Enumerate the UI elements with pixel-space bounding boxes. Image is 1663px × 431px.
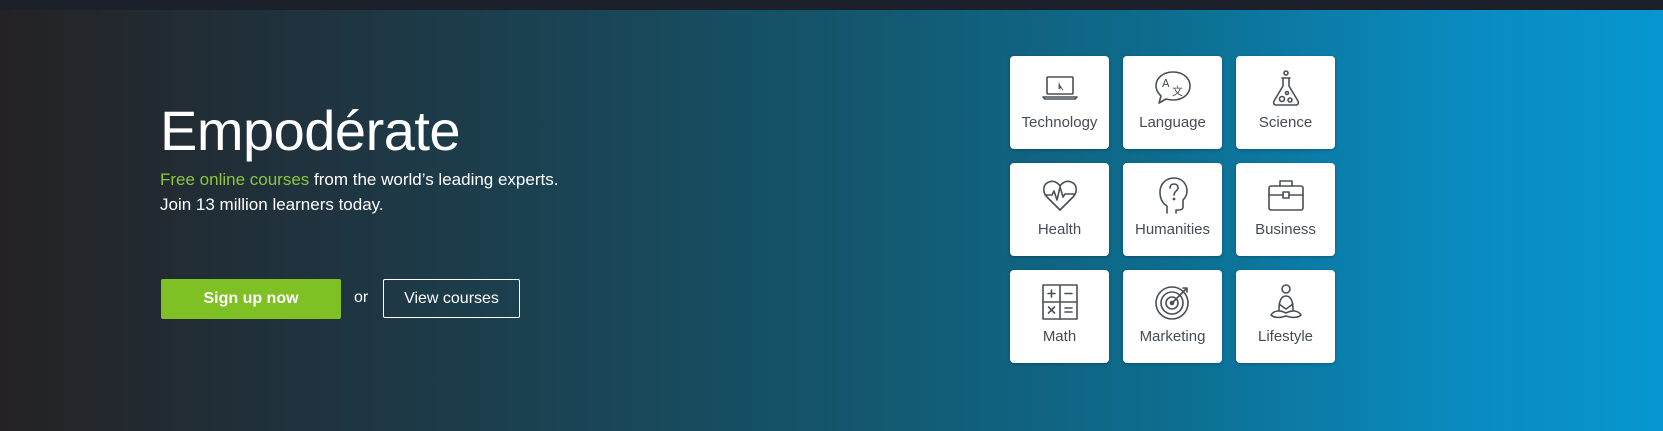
tagline-accent: Free online courses <box>160 170 310 189</box>
signup-button[interactable]: Sign up now <box>161 279 341 319</box>
head-question-icon <box>1153 175 1193 215</box>
top-nav-bar <box>0 0 1663 10</box>
category-tile-business[interactable]: Business <box>1236 163 1335 256</box>
hero-section <box>0 10 1663 431</box>
flask-icon <box>1266 68 1306 108</box>
category-label: Lifestyle <box>1257 328 1314 345</box>
category-tile-language[interactable]: A 文 Language <box>1123 56 1222 149</box>
view-courses-button[interactable]: View courses <box>383 279 520 318</box>
category-grid: Technology A 文 Language Science Health H… <box>1010 56 1335 363</box>
heart-pulse-icon <box>1040 175 1080 215</box>
category-label: Technology <box>1021 114 1098 131</box>
category-tile-math[interactable]: Math <box>1010 270 1109 363</box>
briefcase-icon <box>1266 175 1306 215</box>
calculator-icon <box>1040 282 1080 322</box>
meditation-icon <box>1266 282 1306 322</box>
svg-text:A: A <box>1162 77 1170 90</box>
svg-text:文: 文 <box>1172 84 1183 98</box>
tagline-rest: from the world’s leading experts. <box>309 170 559 189</box>
category-tile-marketing[interactable]: Marketing <box>1123 270 1222 363</box>
category-label: Humanities <box>1134 221 1211 238</box>
category-tile-lifestyle[interactable]: Lifestyle <box>1236 270 1335 363</box>
or-separator: or <box>354 289 369 306</box>
category-tile-health[interactable]: Health <box>1010 163 1109 256</box>
category-label: Math <box>1042 328 1077 345</box>
category-label: Language <box>1139 114 1206 131</box>
target-icon <box>1153 282 1193 322</box>
laptop-icon <box>1040 68 1080 108</box>
category-label: Health <box>1037 221 1082 238</box>
translate-bubble-icon: A 文 <box>1153 68 1193 108</box>
category-tile-technology[interactable]: Technology <box>1010 56 1109 149</box>
category-tile-science[interactable]: Science <box>1236 56 1335 149</box>
hero-tagline: Free online courses from the world’s lea… <box>160 167 680 217</box>
hero-title: Empodérate <box>160 99 461 162</box>
category-label: Marketing <box>1139 328 1206 345</box>
category-tile-humanities[interactable]: Humanities <box>1123 163 1222 256</box>
category-label: Business <box>1255 221 1316 238</box>
category-label: Science <box>1258 114 1313 131</box>
tagline-line2: Join 13 million learners today. <box>160 195 384 214</box>
